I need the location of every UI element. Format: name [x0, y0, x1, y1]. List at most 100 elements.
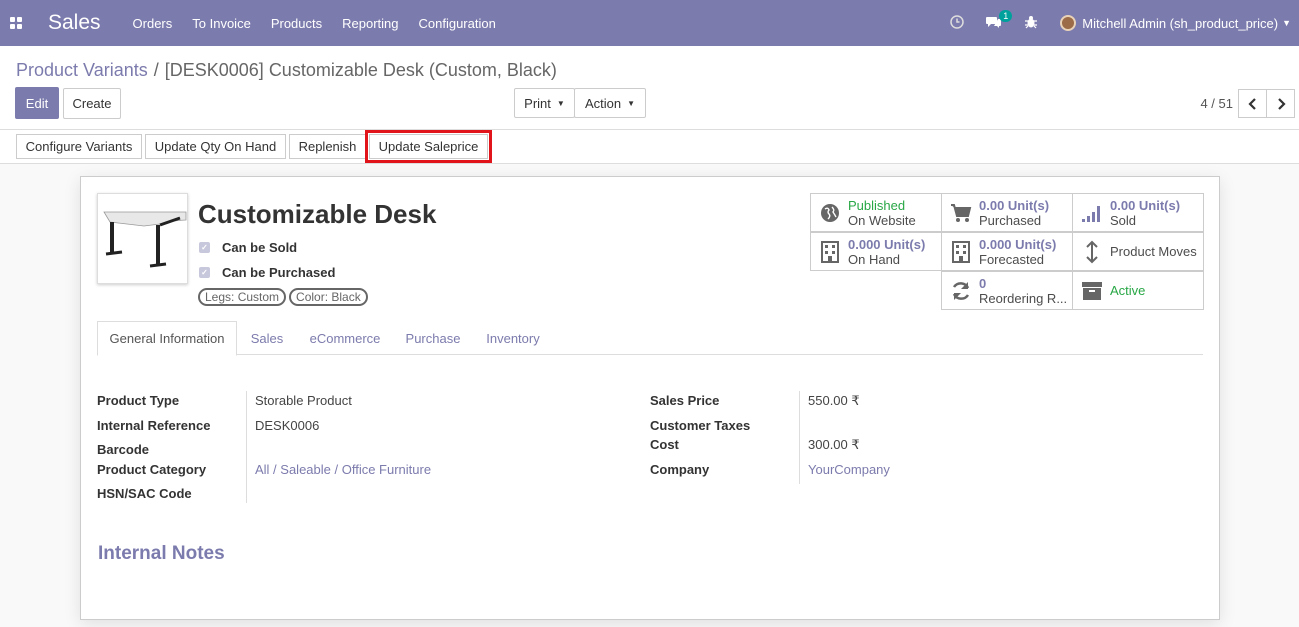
internal-reference-label: Internal Reference [97, 418, 211, 433]
hsn-code-label: HSN/SAC Code [97, 486, 192, 501]
can-be-sold-label: Can be Sold [222, 240, 298, 255]
menu-orders[interactable]: Orders [133, 16, 173, 31]
onhand-label: On Hand [848, 251, 901, 267]
can-be-purchased-row: ✓ Can be Purchased [199, 265, 335, 280]
caret-down-icon: ▼ [627, 98, 636, 108]
product-moves-label: Product Moves [1110, 244, 1197, 259]
website-status: Published [848, 197, 906, 213]
pager-value[interactable]: 4 / 51 [1200, 96, 1233, 111]
attribute-tags: Legs: Custom Color: Black [198, 288, 368, 306]
sales-price-label: Sales Price [650, 393, 720, 408]
sold-label: Sold [1110, 212, 1137, 228]
field-separator [799, 391, 800, 484]
replenish-button[interactable]: Replenish [289, 134, 366, 159]
product-moves-smart-button[interactable]: Product Moves [1072, 232, 1204, 271]
archive-icon [1081, 281, 1103, 301]
control-panel: Product Variants / [DESK0006] Customizable… [0, 46, 1299, 130]
internal-notes-title: Internal Notes [98, 543, 225, 564]
field-separator [246, 391, 247, 503]
notebook-tabs: General Information Sales eCommerce Purc… [97, 321, 1203, 356]
breadcrumb-current: [DESK0006] Customizable Desk (Custom, Bl… [164, 60, 557, 80]
pager-previous-icon[interactable] [1238, 89, 1267, 118]
onhand-smart-button[interactable]: 0.000 Unit(s) On Hand [810, 232, 942, 271]
shopping-cart-icon [950, 203, 972, 223]
cost-value: 300.00 ₹ [808, 437, 860, 452]
menu-reporting[interactable]: Reporting [342, 16, 398, 31]
globe-icon [819, 203, 841, 223]
sold-value: 0.00 Unit(s) [1110, 197, 1181, 213]
menu-to-invoice[interactable]: To Invoice [192, 16, 251, 31]
product-type-value: Storable Product [255, 393, 352, 408]
active-label: Active [1110, 283, 1146, 298]
messages-icon[interactable]: 1 [986, 9, 1013, 32]
sales-price-value: 550.00 ₹ [808, 393, 860, 408]
breadcrumb: Product Variants / [DESK0006] Customizable… [16, 60, 557, 81]
product-name: Customizable Desk [198, 199, 437, 229]
form-header-bar: Configure Variants Update Qty On Hand Re… [0, 130, 1299, 164]
signal-bars-icon [1081, 203, 1103, 223]
reordering-smart-button[interactable]: 0 Reordering R... [941, 271, 1073, 310]
tag-legs: Legs: Custom [198, 288, 287, 306]
action-dropdown[interactable]: Action ▼ [574, 88, 646, 118]
forecast-smart-button[interactable]: 0.000 Unit(s) Forecasted [941, 232, 1073, 271]
can-be-purchased-label: Can be Purchased [222, 265, 336, 280]
purchased-label: Purchased [979, 212, 1042, 228]
menu-configuration[interactable]: Configuration [419, 16, 496, 31]
building-icon [819, 240, 841, 263]
company-label: Company [650, 462, 710, 477]
product-type-label: Product Type [97, 393, 180, 408]
update-qty-button[interactable]: Update Qty On Hand [145, 134, 286, 159]
internal-reference-value: DESK0006 [255, 418, 320, 433]
can-be-purchased-checkbox[interactable]: ✓ [199, 267, 210, 278]
messages-badge: 1 [999, 9, 1013, 22]
can-be-sold-checkbox[interactable]: ✓ [199, 242, 210, 253]
tab-inventory[interactable]: Inventory [477, 321, 549, 356]
arrows-vertical-icon [1081, 240, 1103, 264]
apps-menu-icon[interactable] [0, 0, 32, 46]
customer-taxes-label: Customer Taxes [650, 418, 751, 433]
print-dropdown[interactable]: Print ▼ [514, 88, 575, 118]
edit-button[interactable]: Edit [15, 87, 59, 119]
app-name[interactable]: Sales [48, 11, 101, 35]
website-label: On Website [848, 212, 916, 228]
purchased-smart-button[interactable]: 0.00 Unit(s) Purchased [941, 193, 1073, 232]
form-sheet: Customizable Desk ✓ Can be Sold ✓ Can be… [80, 176, 1220, 620]
active-smart-button[interactable]: Active [1072, 271, 1204, 310]
breadcrumb-parent[interactable]: Product Variants [16, 60, 148, 80]
user-avatar[interactable] [1060, 15, 1077, 31]
pager-next-icon[interactable] [1266, 89, 1295, 118]
tag-color: Color: Black [289, 288, 368, 306]
tab-ecommerce[interactable]: eCommerce [301, 321, 389, 356]
create-button[interactable]: Create [63, 88, 121, 119]
onhand-value: 0.000 Unit(s) [848, 236, 926, 252]
action-label: Action [584, 95, 622, 111]
print-label: Print [524, 95, 551, 111]
product-image[interactable] [97, 193, 188, 284]
sold-smart-button[interactable]: 0.00 Unit(s) Sold [1072, 193, 1204, 232]
tab-general-information[interactable]: General Information [97, 321, 237, 356]
refresh-icon [950, 280, 972, 302]
forecast-label: Forecasted [979, 251, 1045, 267]
caret-down-icon: ▼ [556, 98, 565, 108]
highlight-box [365, 130, 492, 163]
tab-sales[interactable]: Sales [243, 321, 291, 356]
company-link[interactable]: YourCompany [808, 462, 890, 477]
top-navbar: Sales Orders To Invoice Products Reporti… [0, 0, 1299, 46]
can-be-sold-row: ✓ Can be Sold [199, 240, 297, 255]
reorder-label: Reordering R... [979, 290, 1068, 306]
product-category-link[interactable]: All / Saleable / Office Furniture [255, 462, 431, 477]
purchased-value: 0.00 Unit(s) [979, 197, 1050, 213]
menu-products[interactable]: Products [271, 16, 322, 31]
breadcrumb-separator: / [153, 60, 159, 80]
tab-purchase[interactable]: Purchase [397, 321, 469, 356]
debug-bug-icon[interactable] [1024, 15, 1038, 32]
reorder-value: 0 [979, 275, 987, 291]
user-name[interactable]: Mitchell Admin (sh_product_price) [1082, 16, 1278, 31]
website-smart-button[interactable]: Published On Website [810, 193, 942, 232]
activity-clock-icon[interactable] [950, 14, 965, 32]
configure-variants-button[interactable]: Configure Variants [16, 134, 142, 159]
user-caret-icon[interactable]: ▼ [1282, 18, 1291, 28]
building-icon [950, 240, 972, 263]
forecast-value: 0.000 Unit(s) [979, 236, 1057, 252]
barcode-label: Barcode [97, 442, 150, 457]
